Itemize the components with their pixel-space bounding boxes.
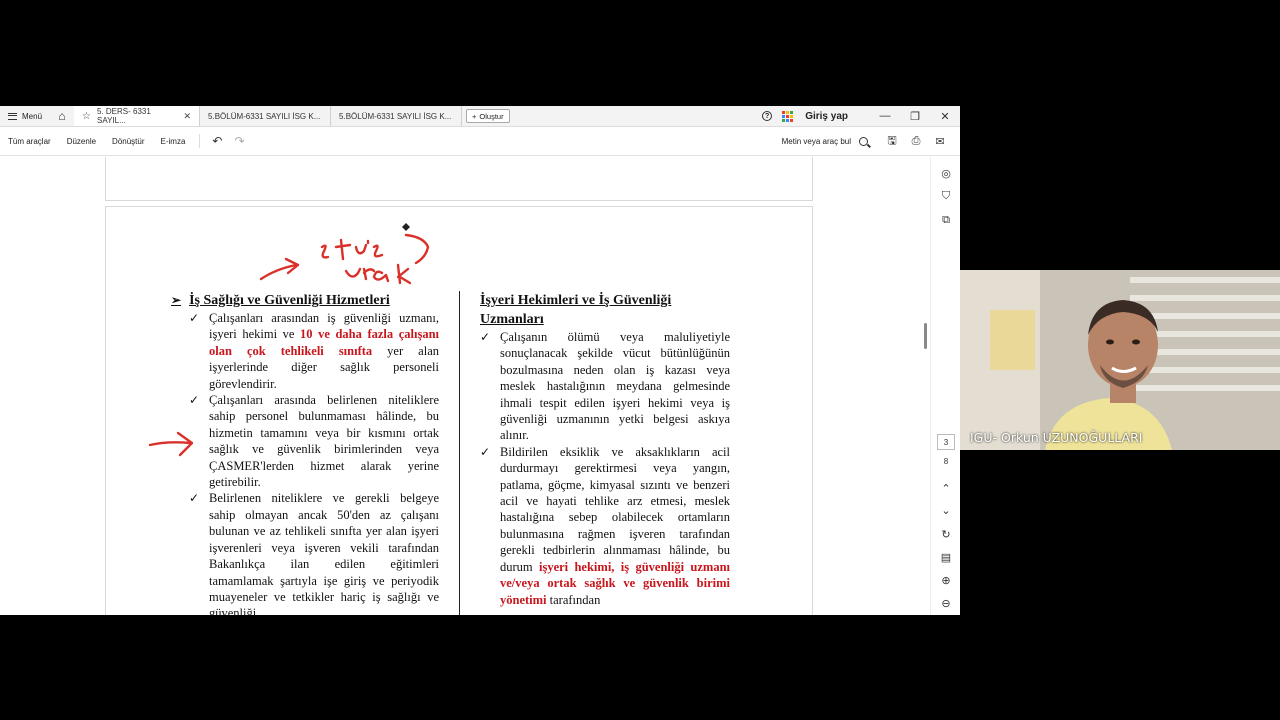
checkmark-icon: ✓ (189, 311, 200, 325)
hamburger-icon (8, 112, 17, 120)
help-icon[interactable]: ? (762, 111, 773, 121)
webcam-video: IGU- Orkun UZUNOĞULLARI (960, 270, 1280, 450)
chevron-down-icon[interactable]: ⌄ (939, 504, 953, 517)
menu-button[interactable]: Menü (0, 106, 50, 126)
previous-page (105, 157, 813, 201)
apps-grid-icon[interactable] (782, 110, 794, 122)
restore-icon[interactable]: ❐ (900, 110, 930, 123)
save-icon[interactable]: 🖫 (882, 132, 902, 151)
annotation-stroke (354, 239, 370, 255)
tab-document-1[interactable]: ☆ 5. DERS- 6331 SAYIL... ✕ (74, 106, 201, 126)
annotation-stroke (372, 270, 390, 283)
minimize-icon[interactable]: — (870, 110, 900, 122)
left-column: ➢ İş Sağlığı ve Güvenliği Hizmetleri ✓ Ç… (171, 291, 439, 615)
pdf-viewer-window: Menü ⌂ ☆ 5. DERS- 6331 SAYIL... ✕ 5.BÖLÜ… (0, 106, 960, 615)
right-heading: İşyeri Hekimleri ve İş Güvenliği Uzmanla… (480, 293, 672, 327)
edit-button[interactable]: Düzenle (59, 137, 104, 146)
tab-document-2[interactable]: 5.BÖLÜM-6331 SAYILI İSG K... (200, 106, 332, 126)
print-icon[interactable]: ⎙ (906, 135, 926, 148)
page-options-icon[interactable]: ▤ (939, 551, 953, 564)
toolbar-divider (199, 134, 201, 148)
column-divider (459, 291, 460, 615)
zoom-out-icon[interactable]: ⊖ (939, 597, 953, 610)
annotation-stroke (344, 267, 376, 281)
zoom-in-icon[interactable]: ⊕ (939, 574, 953, 587)
tab-bar: Menü ⌂ ☆ 5. DERS- 6331 SAYIL... ✕ 5.BÖLÜ… (0, 106, 960, 127)
annotation-stroke (334, 238, 352, 261)
annotation-stroke (320, 244, 330, 259)
search-icon[interactable] (859, 136, 868, 146)
undo-icon[interactable]: ↶ (206, 134, 228, 148)
toolbar: Tüm araçlar Düzenle Dönüştür E-imza ↶ ↷ … (0, 127, 960, 156)
list-item: ✓ Bildirilen eksiklik ve aksaklıkların a… (480, 444, 730, 607)
login-button[interactable]: Giriş yap (805, 111, 848, 122)
annotation-stroke (372, 244, 384, 258)
tab-label: 5.BÖLÜM-6331 SAYILI İSG K... (208, 111, 321, 121)
annotation-stroke (396, 263, 412, 285)
chevron-up-icon[interactable]: ⌃ (939, 482, 953, 495)
tab-label: 5.BÖLÜM-6331 SAYILI İSG K... (339, 111, 452, 121)
home-icon[interactable]: ⌂ (50, 109, 74, 123)
all-tools-button[interactable]: Tüm araçlar (0, 137, 59, 146)
bookmark-icon[interactable]: ⛉ (939, 190, 953, 203)
annotation-arrowhead (284, 257, 300, 275)
webcam-image (960, 270, 1280, 450)
annotation-arrow-line (259, 263, 298, 281)
pdf-page: ➢ İş Sağlığı ve Güvenliği Hizmetleri ✓ Ç… (105, 206, 813, 615)
checkmark-icon: ✓ (480, 330, 491, 344)
pen-cursor-icon (402, 223, 410, 231)
window-close-icon[interactable]: ✕ (930, 110, 960, 123)
checkmark-icon: ✓ (480, 444, 491, 459)
right-column: İşyeri Hekimleri ve İş Güvenliği Uzmanla… (480, 291, 730, 608)
redo-icon[interactable]: ↷ (228, 134, 250, 148)
page-total: 8 (943, 457, 949, 466)
list-item: ✓ Çalışanın ölümü veya maluliyetiyle son… (480, 330, 730, 443)
page-number-input[interactable]: 3 (937, 434, 955, 450)
scrollbar-thumb[interactable] (924, 323, 927, 349)
close-tab-icon[interactable]: ✕ (183, 111, 191, 122)
copy-icon[interactable]: ⧉ (939, 214, 953, 227)
participant-name: IGU- Orkun UZUNOĞULLARI (970, 430, 1143, 445)
create-label: Oluştur (479, 111, 504, 121)
list-item: ✓ Çalışanları arasından iş güvenliği uzm… (189, 311, 439, 391)
convert-button[interactable]: Dönüştür (104, 137, 152, 146)
mail-icon[interactable]: ✉ (930, 135, 950, 148)
checkmark-icon: ✓ (189, 393, 200, 408)
tab-label: 5. DERS- 6331 SAYIL... (96, 107, 151, 125)
plus-icon: + (472, 111, 477, 121)
list-item: ✓ Çalışanları arasında belirlenen niteli… (189, 393, 439, 490)
document-area[interactable]: ➢ İş Sağlığı ve Güvenliği Hizmetleri ✓ Ç… (0, 157, 930, 615)
right-rail: ◎ ⛉ ⧉ 3 8 ⌃ ⌄ ↻ ▤ ⊕ ⊖ (930, 157, 960, 615)
refresh-icon[interactable]: ↻ (939, 528, 953, 541)
star-icon[interactable]: ☆ (82, 111, 91, 122)
menu-label: Menü (22, 111, 43, 121)
esign-button[interactable]: E-imza (153, 137, 194, 146)
comment-icon[interactable]: ◎ (939, 167, 953, 180)
find-label[interactable]: Metin veya araç bul (782, 137, 851, 146)
create-button[interactable]: + Oluştur (466, 109, 510, 123)
tab-document-3[interactable]: 5.BÖLÜM-6331 SAYILI İSG K... (331, 106, 463, 126)
arrow-bullet-icon: ➢ (171, 293, 182, 307)
left-heading: ➢ İş Sağlığı ve Güvenliği Hizmetleri (171, 293, 390, 308)
list-item: ✓ Belirlenen niteliklere ve gerekli belg… (171, 490, 439, 615)
annotation-stroke (404, 233, 430, 265)
checkmark-icon: ✓ (189, 491, 200, 506)
